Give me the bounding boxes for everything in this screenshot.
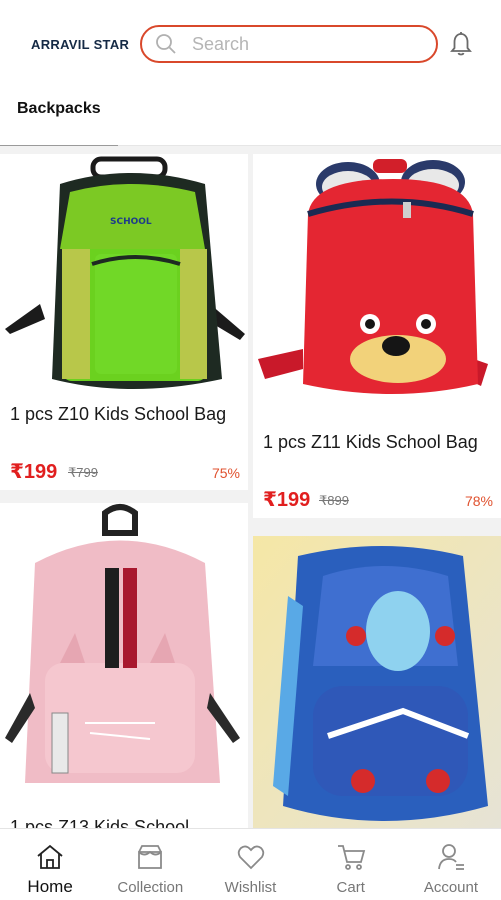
product-price: ₹199 [263,489,311,511]
nav-collection[interactable]: Collection [100,829,200,900]
bell-icon[interactable] [447,30,475,58]
nav-label: Collection [117,879,184,896]
product-image: SCHOOL [0,154,248,404]
product-card[interactable]: 1 pcs Z13 Kids School [0,503,248,828]
product-discount: 78% [464,493,493,509]
search-bar[interactable] [140,25,438,63]
svg-text:SCHOOL: SCHOOL [110,217,152,227]
product-grid: SCHOOL 1 pcs Z10 Kids School Bag ₹199 ₹7… [0,146,501,828]
product-mrp: ₹899 [319,493,349,508]
product-price: ₹199 [10,461,58,483]
product-image [253,154,501,424]
product-discount: 75% [211,465,240,481]
category-tabs: Backpacks [0,88,501,147]
search-input[interactable] [192,33,422,55]
nav-label: Home [27,877,73,896]
search-icon [156,34,176,54]
collection-icon [138,845,163,869]
product-image [0,503,248,803]
tab-label: Backpacks [17,100,101,117]
tab-backpacks[interactable]: Backpacks [0,88,118,147]
nav-label: Wishlist [224,879,277,896]
product-image [253,536,501,828]
product-mrp: ₹799 [68,465,98,480]
bottom-navigation: Home Collection Wishlist Cart Account [0,828,501,900]
product-card[interactable] [253,536,501,828]
product-title: 1 pcs Z13 Kids School [10,817,190,828]
nav-label: Account [423,879,479,896]
brand-logo[interactable]: ARRAVIL STAR [31,37,129,52]
product-title: 1 pcs Z10 Kids School Bag [10,404,227,424]
home-icon [37,844,63,869]
heart-icon [237,845,264,870]
account-icon [438,844,464,870]
product-title: 1 pcs Z11 Kids School Bag [263,432,478,452]
cart-icon [337,845,365,870]
product-card[interactable]: SCHOOL 1 pcs Z10 Kids School Bag ₹199 ₹7… [0,154,248,490]
nav-account[interactable]: Account [401,829,501,900]
app-header: ARRAVIL STAR [0,0,501,88]
nav-wishlist[interactable]: Wishlist [200,829,300,900]
nav-home[interactable]: Home [0,829,100,900]
nav-label: Cart [336,879,365,896]
nav-cart[interactable]: Cart [301,829,401,900]
product-card[interactable]: 1 pcs Z11 Kids School Bag ₹199 ₹899 78% [253,154,501,518]
